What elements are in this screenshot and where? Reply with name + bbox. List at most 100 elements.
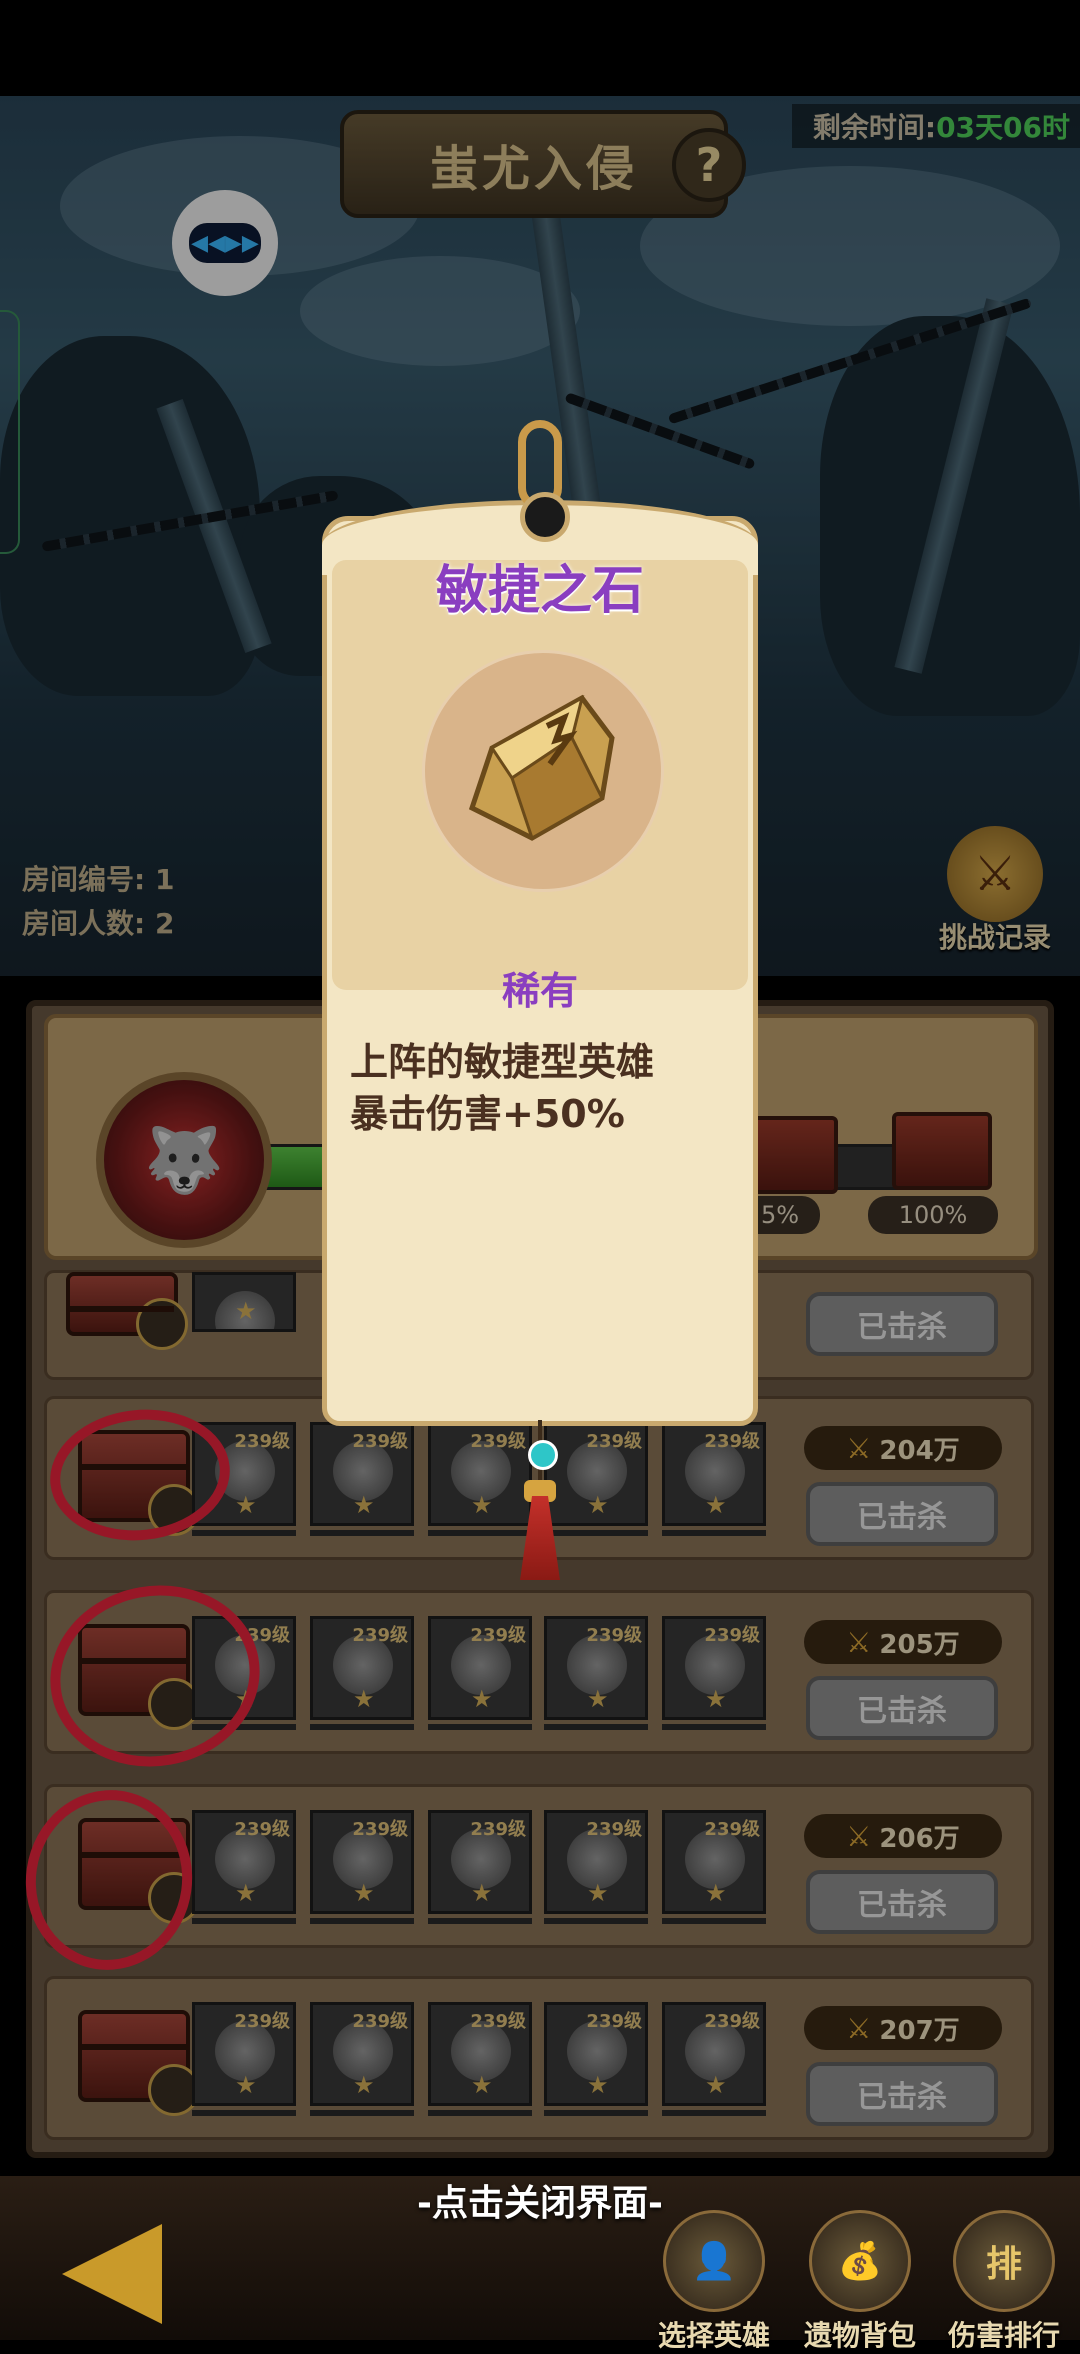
killed-button[interactable]: 已击杀 (806, 1292, 998, 1356)
reward-chest[interactable] (66, 1272, 188, 1350)
power-value: 205万 (879, 1629, 960, 1660)
killed-button[interactable]: 已击杀 (806, 2062, 998, 2126)
item-name: 敏捷之石 (435, 561, 644, 621)
help-button[interactable]: ? (672, 128, 746, 202)
hero-slot[interactable]: 239级 ★ (428, 2002, 532, 2106)
hero-level: 239级 (470, 1625, 526, 1646)
hero-hp-bar (192, 1530, 296, 1536)
hero-slot[interactable]: 239级 ★ (428, 1810, 532, 1914)
power-value: 204万 (879, 1435, 960, 1466)
star-icon: ★ (353, 1685, 375, 1713)
item-description-line: 暴击伤害+50% (350, 1092, 625, 1136)
hero-slot[interactable]: 239级 ★ (428, 1422, 532, 1526)
star-icon: ★ (353, 1491, 375, 1519)
remaining-time-value: 03天06时 (936, 111, 1070, 144)
killed-button[interactable]: 已击杀 (806, 1676, 998, 1740)
milestone-percent: 100% (868, 1196, 998, 1234)
hero-slot[interactable]: 239级 ★ (310, 1810, 414, 1914)
hero-level: 239级 (704, 1819, 760, 1840)
event-title: 蚩尤入侵 (429, 141, 638, 197)
hero-hp-bar (310, 1724, 414, 1730)
reward-chest[interactable] (78, 2010, 200, 2116)
room-players: 房间人数: 2 (22, 907, 175, 940)
relic-bag-button[interactable]: 💰 遗物背包 (790, 2210, 930, 2354)
star-icon: ★ (235, 1879, 257, 1907)
star-icon: ★ (471, 1879, 493, 1907)
killed-button[interactable]: 已击杀 (806, 1482, 998, 1546)
star-icon: ★ (235, 2071, 257, 2099)
hero-hp-bar (428, 1918, 532, 1924)
hero-slot[interactable]: 239级 ★ (662, 1422, 766, 1526)
hero-slot[interactable]: 239级 ★ (310, 2002, 414, 2106)
hero-level: 239级 (234, 1431, 290, 1452)
hero-slot[interactable]: ★ (192, 1272, 296, 1332)
crossed-swords-icon: ⚔ (846, 1625, 872, 1659)
hero-slot[interactable]: 239级 ★ (310, 1616, 414, 1720)
fast-forward-icon: ◀◀▶▶ (189, 223, 261, 263)
hero-level: 239级 (352, 1819, 408, 1840)
hero-level: 239级 (704, 1431, 760, 1452)
hero-level: 239级 (586, 1625, 642, 1646)
medal-icon (136, 1298, 188, 1350)
star-icon: ★ (471, 1685, 493, 1713)
hero-slot[interactable]: 239级 ★ (662, 1616, 766, 1720)
hero-slot[interactable]: 239级 ★ (192, 2002, 296, 2106)
star-icon: ★ (705, 2071, 727, 2099)
tag-hole (520, 492, 570, 542)
hero-slot[interactable]: 239级 ★ (544, 1616, 648, 1720)
star-icon: ★ (353, 2071, 375, 2099)
agility-stone-icon (468, 694, 615, 841)
close-hint[interactable]: -点击关闭界面- (0, 2174, 1080, 2226)
hero-hp-bar (544, 2110, 648, 2116)
hero-level: 239级 (234, 1819, 290, 1840)
hero-hp-bar (428, 2110, 532, 2116)
hero-slot[interactable]: 239级 ★ (544, 2002, 648, 2106)
crossed-swords-icon: ⚔ (846, 2011, 872, 2045)
power-tag: ⚔ 204万 (804, 1426, 1002, 1470)
hero-hp-bar (662, 1918, 766, 1924)
hero-hp-bar (544, 1530, 648, 1536)
hero-slot[interactable]: 239级 ★ (544, 1422, 648, 1526)
hero-hp-bar (544, 1724, 648, 1730)
hero-hp-bar (428, 1530, 532, 1536)
star-icon: ★ (587, 2071, 609, 2099)
hero-slot[interactable]: 239级 ★ (662, 1810, 766, 1914)
remaining-time-label: 剩余时间: (812, 111, 937, 144)
item-description-line: 上阵的敏捷型英雄 (350, 1040, 655, 1084)
star-icon: ★ (235, 1297, 257, 1325)
item-rarity: 稀有 (501, 969, 578, 1013)
hero-slot[interactable]: 239级 ★ (310, 1422, 414, 1526)
hero-slot[interactable]: 239级 ★ (544, 1810, 648, 1914)
milestone-chest[interactable] (892, 1112, 992, 1190)
star-icon: ★ (471, 2071, 493, 2099)
hero-hp-bar (428, 1724, 532, 1730)
power-tag: ⚔ 206万 (804, 1814, 1002, 1858)
challenge-record-button[interactable]: ⚔ 挑战记录 (930, 826, 1060, 956)
back-arrow-icon[interactable] (62, 2224, 162, 2324)
speed-toggle-button[interactable]: ◀◀▶▶ (172, 190, 278, 296)
killed-button[interactable]: 已击杀 (806, 1870, 998, 1934)
status-bar (0, 0, 1080, 96)
hero-slot[interactable]: 239级 ★ (428, 1616, 532, 1720)
star-icon: ★ (587, 1879, 609, 1907)
hero-slot[interactable]: 239级 ★ (192, 1810, 296, 1914)
crossed-swords-icon: ⚔ (846, 1431, 872, 1465)
tassel-bead (528, 1440, 558, 1470)
damage-rank-button[interactable]: 排 伤害排行 (934, 2210, 1074, 2354)
room-number: 房间编号: 1 (22, 863, 175, 896)
hero-level: 239级 (352, 1625, 408, 1646)
star-icon: ★ (705, 1685, 727, 1713)
star-icon: ★ (353, 1879, 375, 1907)
star-icon: ★ (235, 1491, 257, 1519)
star-icon: ★ (705, 1879, 727, 1907)
hero-level: 239级 (704, 2011, 760, 2032)
star-icon: ★ (587, 1491, 609, 1519)
power-value: 207万 (879, 2015, 960, 2046)
select-hero-button[interactable]: 👤 选择英雄 (644, 2210, 784, 2354)
hero-level: 239级 (352, 1431, 408, 1452)
hero-hp-bar (192, 1918, 296, 1924)
hero-hp-bar (310, 1918, 414, 1924)
side-drawer-tab[interactable] (0, 310, 20, 554)
power-tag: ⚔ 205万 (804, 1620, 1002, 1664)
hero-slot[interactable]: 239级 ★ (662, 2002, 766, 2106)
